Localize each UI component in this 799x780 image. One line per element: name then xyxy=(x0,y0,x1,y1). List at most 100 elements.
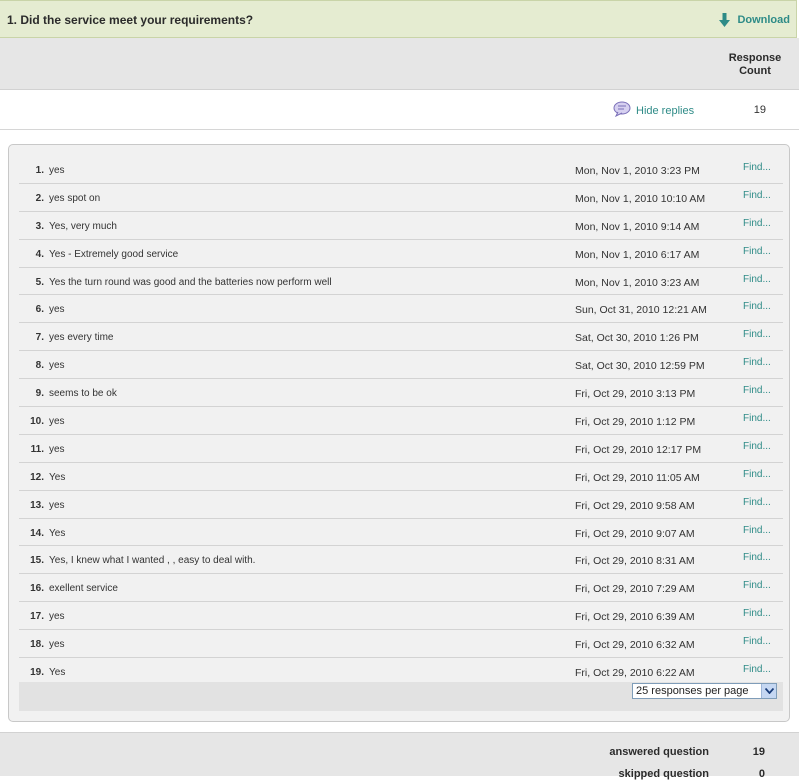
response-row: 5. Yes the turn round was good and the ba… xyxy=(19,268,783,296)
responses-list: 1. yes Mon, Nov 1, 2010 3:23 PM Find... 2. ye… xyxy=(19,156,783,686)
response-date: Fri, Oct 29, 2010 6:22 AM xyxy=(575,667,695,680)
find-link[interactable]: Find... xyxy=(743,525,771,536)
find-link[interactable]: Find... xyxy=(743,497,771,508)
find-link[interactable]: Find... xyxy=(743,357,771,368)
response-row: 14. Yes Fri, Oct 29, 2010 9:07 AM Find... xyxy=(19,519,783,547)
response-row: 13. yes Fri, Oct 29, 2010 9:58 AM Find... xyxy=(19,491,783,519)
response-number: 3. xyxy=(35,220,44,232)
response-number: 13. xyxy=(30,499,44,511)
response-date: Fri, Oct 29, 2010 11:05 AM xyxy=(575,471,700,484)
response-number: 16. xyxy=(30,583,44,595)
response-date: Fri, Oct 29, 2010 7:29 AM xyxy=(575,583,695,596)
response-row: 16. exellent service Fri, Oct 29, 2010 7:2… xyxy=(19,574,783,603)
hide-replies-label: Hide replies xyxy=(636,104,695,117)
response-row: 1. yes Mon, Nov 1, 2010 3:23 PM Find... xyxy=(19,156,783,184)
find-link[interactable]: Find... xyxy=(743,218,771,229)
find-link[interactable]: Find... xyxy=(743,246,771,257)
response-date: Fri, Oct 29, 2010 9:07 AM xyxy=(575,527,695,540)
response-date: Fri, Oct 29, 2010 6:32 AM xyxy=(575,639,695,652)
response-row: 17. yes Fri, Oct 29, 2010 6:39 AM Find... xyxy=(19,602,783,631)
response-text: yes xyxy=(49,360,65,372)
response-row: 11. yes Fri, Oct 29, 2010 12:17 PM Find... xyxy=(19,435,783,463)
speech-bubble-icon xyxy=(613,101,631,120)
response-text: Yes xyxy=(49,527,66,539)
response-row: 12. Yes Fri, Oct 29, 2010 11:05 AM Find... xyxy=(19,463,783,491)
download-label: Download xyxy=(737,14,790,26)
response-date: Fri, Oct 29, 2010 8:31 AM xyxy=(575,555,695,568)
find-link[interactable]: Find... xyxy=(743,413,771,424)
response-text: Yes - Extremely good service xyxy=(49,248,179,260)
response-text: yes spot on xyxy=(49,192,101,204)
response-text: yes every time xyxy=(49,332,114,344)
summary-footer: answered question 19 skipped question 0 xyxy=(0,732,799,780)
skipped-question-value: 0 xyxy=(758,768,765,780)
find-link[interactable]: Find... xyxy=(743,162,771,173)
response-date: Fri, Oct 29, 2010 6:39 AM xyxy=(575,611,695,624)
response-date: Fri, Oct 29, 2010 9:58 AM xyxy=(575,499,695,512)
response-text: yes xyxy=(49,611,65,623)
skipped-question-label: skipped question xyxy=(618,768,709,780)
response-text: Yes, very much xyxy=(49,220,117,232)
response-text: Yes, I knew what I wanted , , easy to de… xyxy=(49,555,256,567)
answered-question-label: answered question xyxy=(609,746,709,758)
response-row: 18. yes Fri, Oct 29, 2010 6:32 AM Find... xyxy=(19,630,783,659)
find-link[interactable]: Find... xyxy=(743,441,771,452)
response-text: yes xyxy=(49,416,65,428)
response-row: 2. yes spot on Mon, Nov 1, 2010 10:10 AM Fi… xyxy=(19,184,783,212)
response-text: exellent service xyxy=(49,583,118,595)
response-number: 18. xyxy=(30,639,44,651)
find-link[interactable]: Find... xyxy=(743,329,771,340)
column-header: Response Count xyxy=(0,38,799,90)
answered-question-value: 19 xyxy=(752,746,765,758)
response-number: 17. xyxy=(30,611,44,623)
response-row: 10. yes Fri, Oct 29, 2010 1:12 PM Find... xyxy=(19,407,783,435)
find-link[interactable]: Find... xyxy=(743,385,771,396)
responses-panel: 1. yes Mon, Nov 1, 2010 3:23 PM Find... 2. ye… xyxy=(8,144,790,722)
response-row: 6. yes Sun, Oct 31, 2010 12:21 AM Find... xyxy=(19,295,783,324)
response-number: 5. xyxy=(35,276,44,288)
response-number: 2. xyxy=(35,192,44,204)
responses-per-page-select[interactable]: 25 responses per page xyxy=(632,683,777,699)
response-row: 4. Yes - Extremely good service Mon, Nov 1… xyxy=(19,240,783,268)
find-link[interactable]: Find... xyxy=(743,552,771,563)
find-link[interactable]: Find... xyxy=(743,580,771,591)
response-number: 8. xyxy=(35,360,44,372)
response-text: Yes the turn round was good and the batt… xyxy=(49,276,332,288)
find-link[interactable]: Find... xyxy=(743,190,771,201)
response-date: Sat, Oct 30, 2010 1:26 PM xyxy=(575,332,699,345)
response-number: 12. xyxy=(30,471,44,483)
question-header: 1. Did the service meet your requirement… xyxy=(0,0,797,38)
response-row: 9. seems to be ok Fri, Oct 29, 2010 3:13 P… xyxy=(19,379,783,408)
response-date: Mon, Nov 1, 2010 9:14 AM xyxy=(575,220,700,233)
find-link[interactable]: Find... xyxy=(743,608,771,619)
response-number: 19. xyxy=(30,667,44,679)
response-text: Yes xyxy=(49,667,66,679)
response-date: Mon, Nov 1, 2010 10:10 AM xyxy=(575,192,706,205)
download-link[interactable]: Download xyxy=(719,13,790,27)
response-row: 15. Yes, I knew what I wanted , , easy to… xyxy=(19,546,783,575)
chevron-down-icon[interactable] xyxy=(761,684,776,698)
response-date: Sat, Oct 30, 2010 12:59 PM xyxy=(575,360,705,373)
response-number: 7. xyxy=(35,332,44,344)
response-text: yes xyxy=(49,443,65,455)
response-date: Mon, Nov 1, 2010 6:17 AM xyxy=(575,248,700,261)
response-text: yes xyxy=(49,499,65,511)
down-arrow-icon xyxy=(719,13,731,27)
reply-count: 19 xyxy=(753,104,766,116)
find-link[interactable]: Find... xyxy=(743,664,771,675)
response-number: 6. xyxy=(35,304,44,316)
find-link[interactable]: Find... xyxy=(743,274,771,285)
hide-replies-link[interactable]: Hide replies xyxy=(613,101,694,120)
question-title: 1. Did the service meet your requirement… xyxy=(7,13,254,27)
find-link[interactable]: Find... xyxy=(743,469,771,480)
response-text: Yes xyxy=(49,471,66,483)
find-link[interactable]: Find... xyxy=(743,636,771,647)
response-text: yes xyxy=(49,165,65,176)
response-text: yes xyxy=(49,639,65,651)
response-count-header: Response Count xyxy=(728,52,782,77)
response-number: 9. xyxy=(35,388,44,400)
response-date: Mon, Nov 1, 2010 3:23 AM xyxy=(575,276,700,289)
find-link[interactable]: Find... xyxy=(743,301,771,312)
response-date: Fri, Oct 29, 2010 1:12 PM xyxy=(575,416,696,429)
response-date: Mon, Nov 1, 2010 3:23 PM xyxy=(575,165,700,177)
